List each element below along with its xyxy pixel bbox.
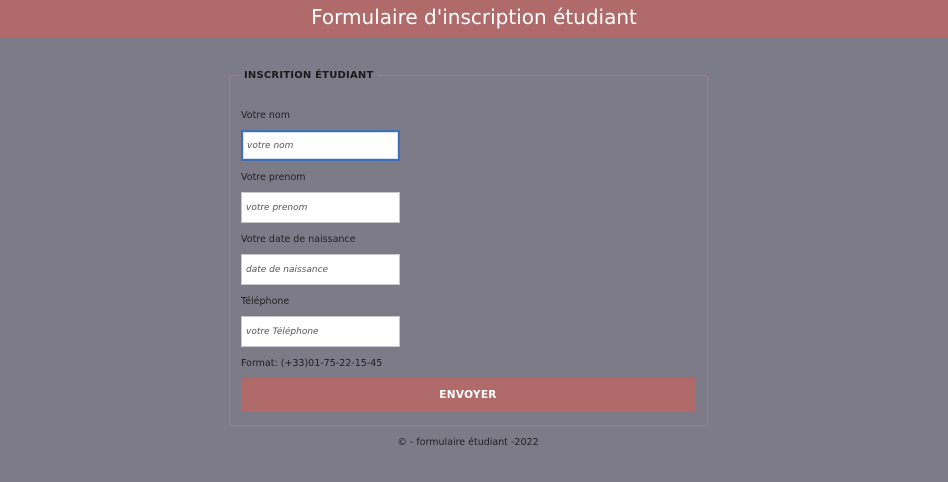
last-name-input[interactable] xyxy=(241,130,400,161)
submit-button[interactable]: ENVOYER xyxy=(241,378,695,412)
birthdate-input[interactable] xyxy=(241,254,400,285)
birthdate-label: Votre date de naissance xyxy=(241,234,356,245)
footer-copyright: © - formulaire étudiant -2022 xyxy=(397,437,539,448)
phone-format-hint: Format: (+33)01-75-22-15-45 xyxy=(241,358,383,369)
registration-form: INSCRITION ÉTUDIANT xyxy=(229,70,708,426)
phone-input[interactable] xyxy=(241,316,400,347)
first-name-label: Votre prenom xyxy=(241,172,306,183)
page-title: Formulaire d'inscription étudiant xyxy=(311,5,637,29)
phone-label: Téléphone xyxy=(241,296,290,307)
first-name-input[interactable] xyxy=(241,192,400,223)
page-header: Formulaire d'inscription étudiant xyxy=(0,0,948,38)
last-name-label: Votre nom xyxy=(241,110,290,121)
form-legend: INSCRITION ÉTUDIANT xyxy=(244,70,374,81)
